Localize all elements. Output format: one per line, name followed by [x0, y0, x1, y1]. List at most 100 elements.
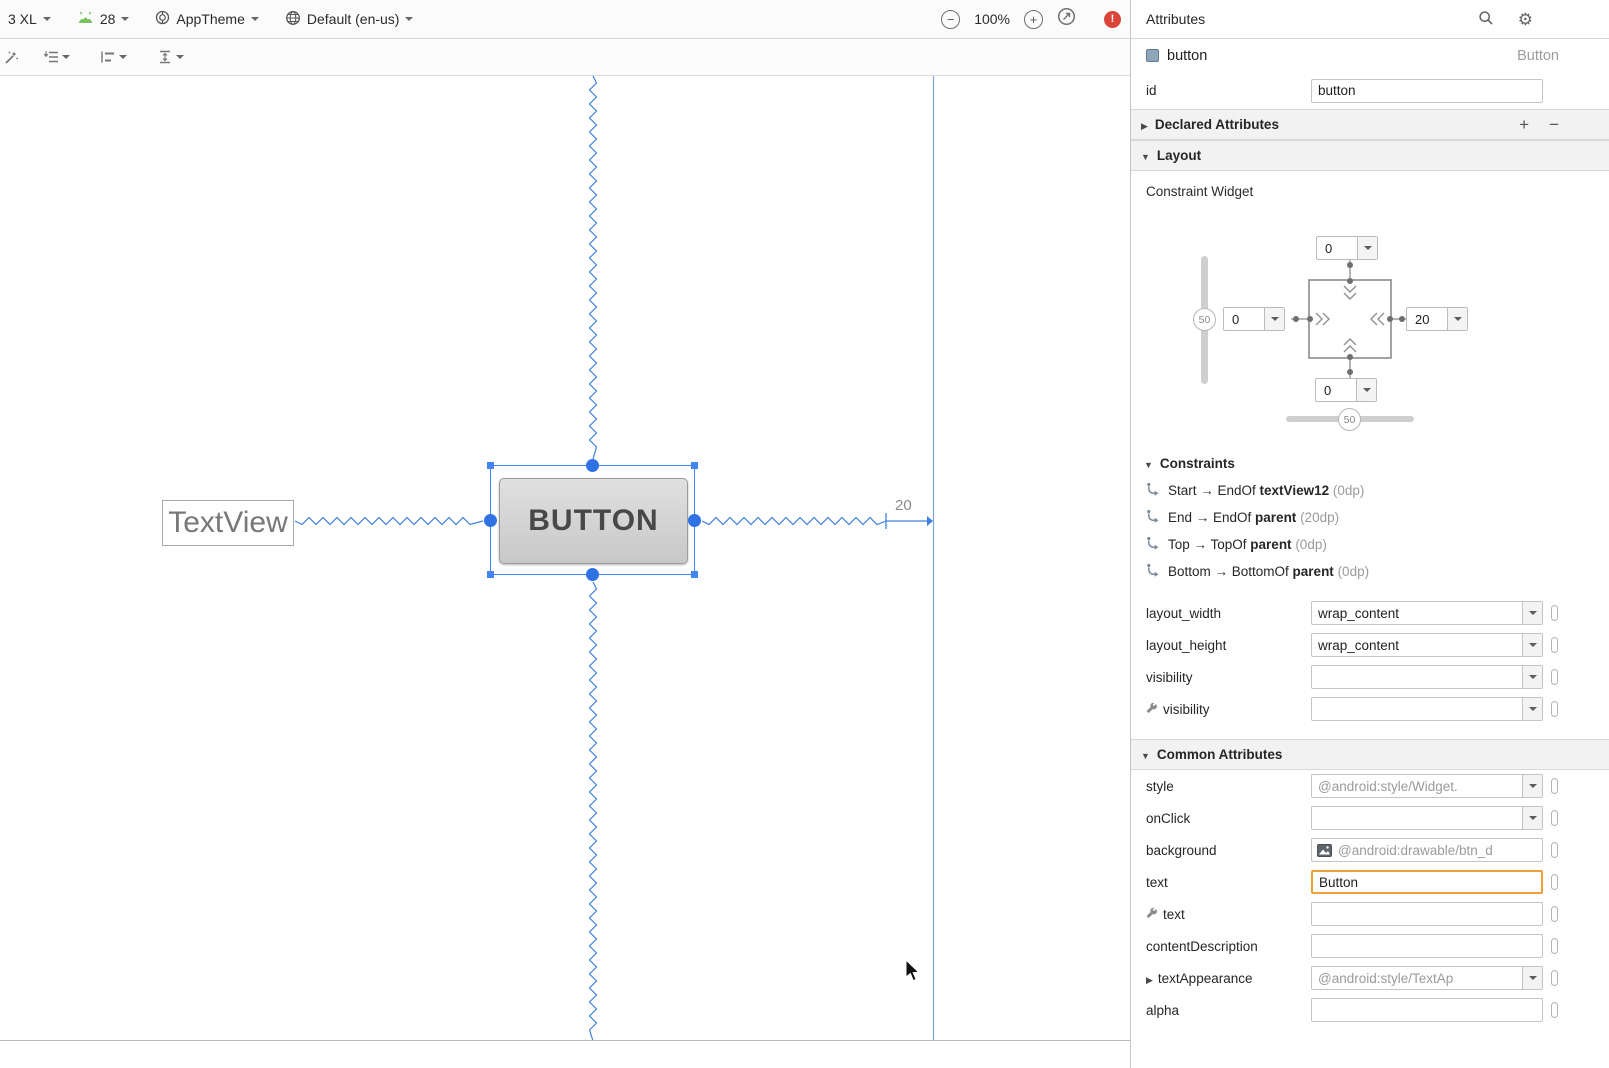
locale-selector[interactable]: Default (en-us)	[285, 10, 414, 29]
attr-flag-toggle[interactable]	[1551, 637, 1558, 653]
chevron-down-icon[interactable]	[1522, 602, 1542, 624]
chevron-down-icon[interactable]	[1522, 666, 1542, 688]
chevron-down-icon[interactable]	[1522, 698, 1542, 720]
zoom-out-button[interactable]: −	[941, 9, 961, 29]
distribute-icon	[160, 50, 170, 64]
attr-label: style	[1146, 778, 1174, 794]
attr-flag-toggle[interactable]	[1551, 970, 1558, 986]
chevron-down-icon[interactable]	[1264, 308, 1284, 330]
api-level-selector[interactable]: 28	[77, 11, 130, 27]
constraint-anchor-bottom[interactable]	[586, 568, 599, 581]
gear-icon[interactable]: ⚙	[1518, 11, 1533, 28]
wrench-icon	[1146, 702, 1158, 717]
dropdown-value: wrap_content	[1318, 637, 1400, 653]
alpha-input[interactable]	[1311, 998, 1543, 1022]
attr-flag-toggle[interactable]	[1551, 906, 1558, 922]
attr-flag-toggle[interactable]	[1551, 778, 1558, 794]
section-title: Common Attributes	[1156, 747, 1283, 762]
globe-icon	[285, 10, 301, 29]
textview-component[interactable]: TextView	[162, 500, 294, 546]
zoom-to-fit-icon[interactable]	[1057, 7, 1076, 31]
align-options-button[interactable]	[100, 50, 127, 64]
horizontal-bias-value[interactable]: 50	[1338, 408, 1361, 431]
expand-triangle-icon[interactable]	[1146, 971, 1153, 986]
background-input[interactable]: @android:drawable/btn_d	[1311, 838, 1543, 862]
attr-label: alpha	[1146, 1002, 1180, 1018]
chevron-down-icon[interactable]	[1522, 634, 1542, 656]
constraint-target: textView12	[1259, 483, 1330, 498]
margin-start-dropdown[interactable]: 0	[1223, 307, 1285, 331]
tools-text-input[interactable]	[1311, 902, 1543, 926]
constraint-item[interactable]: Bottom → BottomOf parent (0dp)	[1131, 558, 1609, 585]
constraints-header[interactable]: Constraints	[1131, 450, 1609, 477]
vertical-bias-value[interactable]: 50	[1193, 308, 1216, 331]
chevron-down-icon[interactable]	[1357, 237, 1377, 259]
id-input[interactable]: button	[1311, 78, 1543, 103]
search-icon[interactable]	[1478, 10, 1494, 29]
chevron-down-icon[interactable]	[1447, 308, 1467, 330]
layout-width-dropdown[interactable]: wrap_content	[1311, 601, 1543, 625]
view-options-button[interactable]	[43, 50, 70, 64]
text-appearance-dropdown[interactable]: @android:style/TextAp	[1311, 966, 1543, 990]
resize-handle-top-right[interactable]	[691, 462, 698, 469]
chevron-down-icon[interactable]	[1522, 807, 1542, 829]
section-common-attributes[interactable]: Common Attributes	[1131, 739, 1609, 770]
attr-flag-toggle[interactable]	[1551, 669, 1558, 685]
selection-box[interactable]: BUTTON	[484, 459, 701, 581]
attr-row-background: background @android:drawable/btn_d	[1131, 834, 1609, 866]
constraint-margin: (20dp)	[1296, 510, 1340, 525]
constraint-anchor-top[interactable]	[586, 459, 599, 472]
margin-arrowhead	[927, 516, 933, 526]
constraint-item[interactable]: Top → TopOf parent (0dp)	[1131, 531, 1609, 558]
section-declared-attributes[interactable]: Declared Attributes + −	[1131, 109, 1609, 140]
content-description-input[interactable]	[1311, 934, 1543, 958]
margin-top-dropdown[interactable]: 0	[1316, 236, 1378, 260]
remove-attribute-button[interactable]: −	[1549, 116, 1559, 133]
render-error-indicator[interactable]: !	[1104, 10, 1121, 28]
component-row[interactable]: button Button	[1131, 39, 1609, 72]
layout-canvas[interactable]: TextView BUTTON 20	[0, 76, 1131, 1041]
resize-handle-bottom-left[interactable]	[487, 571, 494, 578]
attr-row-text: text Button	[1131, 866, 1609, 898]
add-attribute-button[interactable]: +	[1519, 116, 1529, 133]
constraint-item[interactable]: Start → EndOf textView12 (0dp)	[1131, 477, 1609, 504]
collapse-triangle-icon	[1144, 456, 1153, 471]
attr-flag-toggle[interactable]	[1551, 1002, 1558, 1018]
attr-row-alpha: alpha	[1131, 994, 1609, 1026]
resize-handle-bottom-right[interactable]	[691, 571, 698, 578]
expand-triangle-icon	[1141, 117, 1148, 132]
attr-flag-toggle[interactable]	[1551, 605, 1558, 621]
text-input[interactable]: Button	[1311, 870, 1543, 894]
theme-selector[interactable]: AppTheme	[155, 10, 259, 28]
button-component[interactable]: BUTTON	[499, 478, 688, 564]
attr-flag-toggle[interactable]	[1551, 874, 1558, 890]
chevron-down-icon[interactable]	[1522, 967, 1542, 989]
constraint-item[interactable]: End → EndOf parent (20dp)	[1131, 504, 1609, 531]
component-class: Button	[1517, 47, 1559, 64]
chevron-down-icon[interactable]	[1522, 775, 1542, 797]
resize-handle-top-left[interactable]	[487, 462, 494, 469]
margin-end-dropdown[interactable]: 20	[1406, 307, 1468, 331]
chevron-down-icon[interactable]	[1356, 379, 1376, 401]
layout-height-dropdown[interactable]: wrap_content	[1311, 633, 1543, 657]
constraint-text: End → EndOf	[1168, 510, 1256, 525]
constraint-anchor-right[interactable]	[688, 513, 701, 527]
zoom-in-button[interactable]: +	[1024, 9, 1043, 29]
constraint-text: Start → EndOf	[1168, 483, 1260, 498]
distribute-options-button[interactable]	[157, 50, 184, 64]
style-dropdown[interactable]: @android:style/Widget.	[1311, 774, 1543, 798]
device-selector[interactable]: 3 XL	[8, 11, 51, 27]
constraint-anchor-left[interactable]	[484, 513, 497, 527]
attr-row-layout-height: layout_height wrap_content	[1131, 629, 1609, 661]
attr-flag-toggle[interactable]	[1551, 701, 1558, 717]
visibility-dropdown[interactable]	[1311, 665, 1543, 689]
section-layout[interactable]: Layout	[1131, 140, 1609, 171]
magic-wand-button[interactable]	[4, 50, 19, 65]
attr-label: onClick	[1146, 810, 1191, 826]
attr-flag-toggle[interactable]	[1551, 842, 1558, 858]
attr-flag-toggle[interactable]	[1551, 810, 1558, 826]
tools-visibility-dropdown[interactable]	[1311, 697, 1543, 721]
onclick-dropdown[interactable]	[1311, 806, 1543, 830]
attr-flag-toggle[interactable]	[1551, 938, 1558, 954]
margin-bottom-dropdown[interactable]: 0	[1315, 378, 1377, 402]
